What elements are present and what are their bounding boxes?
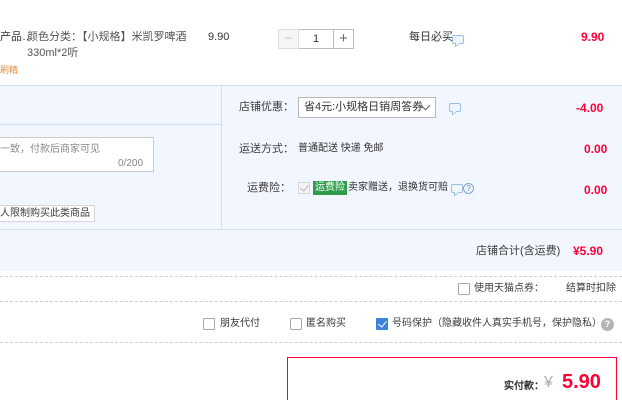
insurance-text: 卖家赠送，退换货可赔 xyxy=(348,182,448,193)
shipping-value: 普通配送 快递 免邮 xyxy=(298,143,384,154)
payment-total-box: 实付款： ¥ 5.90 xyxy=(287,357,617,400)
product-row: 产品… 颜色分类：【小规格】米凯罗啤酒 330ml*2听 刷精 9.90 − 1… xyxy=(0,0,622,86)
product-sub-label: 刷精 xyxy=(0,65,19,75)
unit-price: 9.90 xyxy=(208,31,230,43)
discount-select[interactable]: 省4元:小规格日销周答券 xyxy=(298,97,436,118)
insurance-amount: 0.00 xyxy=(584,183,608,197)
divider xyxy=(0,301,622,302)
help-icon[interactable]: ? xyxy=(463,183,474,194)
insurance-label: 运费险： xyxy=(247,182,291,194)
message-counter: 0/200 xyxy=(118,158,144,169)
shop-total-label: 店铺合计(含运费) xyxy=(476,245,561,257)
panel-vertical-divider xyxy=(221,86,222,229)
chat-icon[interactable] xyxy=(451,184,463,193)
anonymous-label[interactable]: 匿名购买 xyxy=(306,319,346,329)
discount-amount: -4.00 xyxy=(576,101,604,115)
quantity-input[interactable]: 1 xyxy=(299,29,333,49)
discount-label: 店铺优惠： xyxy=(239,101,294,113)
message-placeholder: 一致，付款后商家可见 xyxy=(0,144,100,155)
quantity-minus-button[interactable]: − xyxy=(278,29,299,49)
chat-icon[interactable] xyxy=(449,103,461,112)
divider xyxy=(0,342,622,343)
friend-pay-label[interactable]: 朋友代付 xyxy=(220,319,260,329)
number-protect-label[interactable]: 号码保护（隐藏收件人真实手机号，保护隐私） xyxy=(392,319,602,329)
product-sku-spec: 330ml*2听 xyxy=(27,47,79,59)
insurance-tag: 运费险 xyxy=(313,181,347,195)
panel-divider xyxy=(0,229,622,230)
payment-amount: 5.90 xyxy=(562,371,601,393)
payment-currency: ¥ xyxy=(544,374,553,391)
help-icon[interactable]: ? xyxy=(601,318,614,331)
quantity-plus-button[interactable]: + xyxy=(333,29,354,49)
shipping-amount: 0.00 xyxy=(584,142,608,156)
insurance-checkbox xyxy=(298,182,310,194)
divider xyxy=(0,276,622,277)
quantity-stepper: − 1 + xyxy=(278,29,354,49)
product-subtotal: 9.90 xyxy=(581,30,605,44)
payment-label: 实付款： xyxy=(504,381,544,392)
anonymous-checkbox[interactable] xyxy=(290,318,302,330)
restriction-note: 人限制购买此类商品 xyxy=(0,205,95,222)
use-points-checkbox[interactable] xyxy=(458,283,470,295)
panel-divider xyxy=(0,124,222,125)
shop-total-value: ¥5.90 xyxy=(573,244,604,258)
promo-note: 每日必买 xyxy=(409,31,453,43)
points-status: 结算时扣除 xyxy=(566,283,616,294)
use-points-label: 使用天猫点券： xyxy=(474,283,544,294)
shipping-label: 运送方式： xyxy=(239,143,294,155)
buyer-message-input[interactable]: 一致，付款后商家可见 0/200 xyxy=(0,137,154,172)
discount-selected-value: 省4元:小规格日销周答券 xyxy=(304,101,424,113)
friend-pay-checkbox[interactable] xyxy=(203,318,215,330)
product-sku: 颜色分类：【小规格】米凯罗啤酒 xyxy=(27,31,187,43)
number-protect-checkbox[interactable] xyxy=(376,318,388,330)
chat-icon[interactable] xyxy=(452,35,464,44)
